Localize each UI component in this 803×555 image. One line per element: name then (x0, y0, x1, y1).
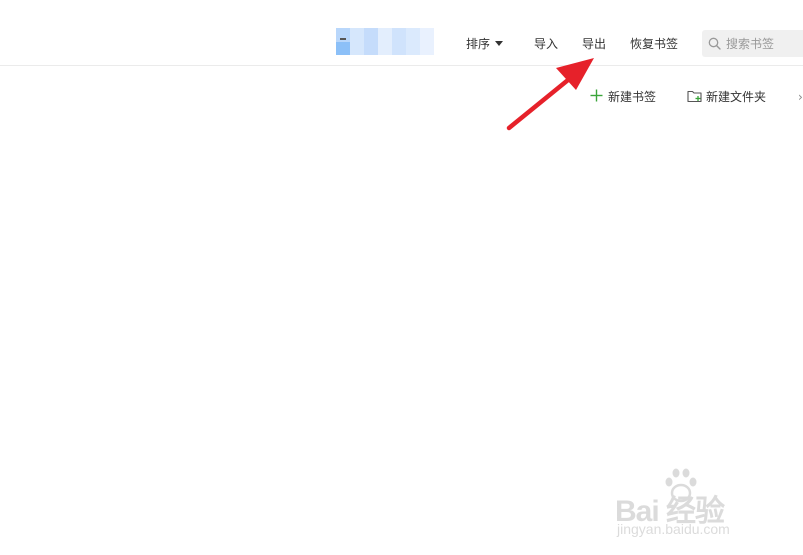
plus-icon (590, 89, 603, 102)
header-divider (0, 65, 803, 66)
restore-bookmarks-button[interactable]: 恢复书签 (630, 36, 678, 52)
more-actions-icon[interactable]: › (798, 89, 803, 105)
new-bookmark-button[interactable]: 新建书签 (590, 89, 656, 105)
search-icon (708, 37, 721, 50)
new-bookmark-label: 新建书签 (608, 90, 657, 104)
sort-label: 排序 (466, 37, 491, 51)
export-button[interactable]: 导出 (582, 36, 606, 52)
folder-add-icon (687, 90, 702, 103)
sort-dropdown[interactable]: 排序 (466, 36, 504, 52)
new-folder-label: 新建文件夹 (706, 90, 767, 104)
search-box[interactable] (702, 30, 803, 57)
bookmark-manager-page: 排序 导入 导出 恢复书签 新建书签 新建文件夹 › (0, 0, 803, 555)
new-folder-button[interactable]: 新建文件夹 (687, 89, 766, 105)
watermark-url: jingyan.baidu.com (617, 521, 730, 537)
baidu-jingyan-watermark: Bai 经验 jingyan.baidu.com (615, 466, 765, 546)
chevron-down-icon (495, 41, 504, 46)
search-input[interactable] (726, 35, 802, 52)
blurred-region (336, 28, 434, 55)
import-button[interactable]: 导入 (534, 36, 558, 52)
